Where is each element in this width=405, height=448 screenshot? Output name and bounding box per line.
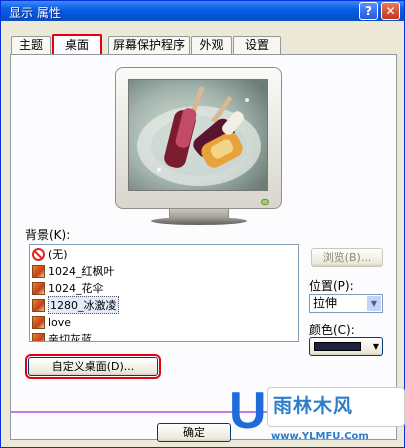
close-button[interactable]: ✕ — [381, 2, 400, 20]
color-label: 颜色(C): — [309, 323, 355, 337]
background-list[interactable]: (无) 1024_红枫叶 1024_花伞 1280_冰激凌 love 亲切灰蓝 — [29, 244, 299, 342]
tab-desktop[interactable]: 桌面 — [52, 34, 102, 55]
wallpaper-preview — [128, 79, 268, 191]
list-item-label: (无) — [48, 248, 68, 261]
watermark-letter: U — [229, 383, 267, 440]
position-select[interactable]: 拉伸 ▼ — [309, 294, 383, 313]
monitor-power-led — [261, 199, 269, 205]
chevron-down-icon[interactable]: ▼ — [366, 295, 382, 312]
image-file-icon — [32, 281, 45, 295]
image-file-icon — [32, 332, 45, 341]
watermark: U 雨林木风 www.YLMFU.Com — [229, 383, 405, 448]
tab-theme[interactable]: 主题 — [11, 36, 51, 54]
image-file-icon — [32, 264, 45, 278]
ok-button[interactable]: 确定 — [157, 423, 231, 442]
color-swatch — [314, 342, 361, 351]
tab-appearance[interactable]: 外观 — [191, 36, 232, 54]
list-item-label: love — [48, 315, 72, 329]
chevron-down-icon: ▼ — [372, 342, 379, 351]
watermark-url: www.YLMFU.Com — [271, 431, 369, 442]
no-entry-icon — [32, 247, 45, 261]
image-file-icon — [32, 298, 45, 312]
ice-cream-wallpaper-image — [129, 80, 267, 190]
watermark-text: 雨林木风 — [273, 395, 354, 417]
monitor-base — [151, 217, 247, 225]
background-label: 背景(K): — [25, 228, 71, 242]
window-title: 显示 属性 — [9, 6, 61, 20]
list-item-label: 亲切灰蓝 — [48, 333, 92, 342]
browse-button[interactable]: 浏览(B)... — [311, 248, 383, 267]
tab-settings[interactable]: 设置 — [233, 36, 281, 54]
list-item[interactable]: love — [30, 314, 298, 330]
image-file-icon — [32, 315, 45, 329]
help-button[interactable]: ? — [359, 2, 378, 20]
display-properties-window: 显示 属性 ? ✕ 主题 桌面 屏幕保护程序 外观 设置 背景(K): (无) … — [0, 0, 405, 448]
title-bar[interactable]: 显示 属性 ? ✕ — [1, 1, 404, 21]
list-item[interactable]: 1024_红枫叶 — [30, 263, 298, 279]
list-item-label: 1280_冰激凌 — [48, 296, 119, 314]
color-picker-button[interactable]: ▼ — [309, 337, 383, 356]
list-item[interactable]: 1024_花伞 — [30, 280, 298, 296]
list-item-label: 1024_花伞 — [48, 282, 104, 295]
list-item[interactable]: 亲切灰蓝 — [30, 331, 298, 342]
customize-desktop-button[interactable]: 自定义桌面(D)... — [25, 354, 161, 379]
list-item[interactable]: (无) — [30, 246, 298, 262]
position-value: 拉伸 — [313, 296, 338, 310]
list-item-label: 1024_红枫叶 — [48, 265, 115, 278]
position-label: 位置(P): — [309, 279, 354, 293]
tab-screensaver[interactable]: 屏幕保护程序 — [108, 36, 190, 54]
list-item-selected[interactable]: 1280_冰激凌 — [30, 296, 298, 314]
monitor-preview — [115, 67, 282, 209]
